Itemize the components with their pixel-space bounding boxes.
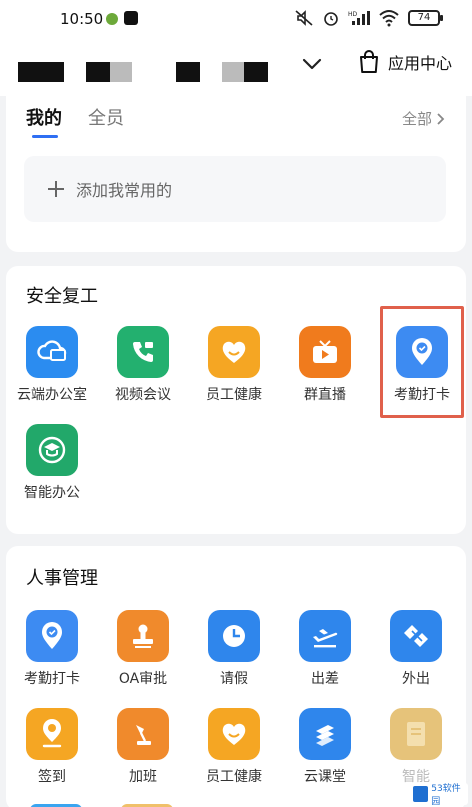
redacted-title-block — [176, 62, 200, 82]
app-smart[interactable]: 智能 — [372, 708, 460, 786]
location-smile-icon — [26, 708, 78, 760]
app-label: 请假 — [220, 671, 248, 687]
app-label: 员工健康 — [206, 769, 262, 785]
app-smart-office[interactable]: 智能办公 — [8, 424, 96, 502]
notification-dot-icon — [106, 13, 118, 25]
app-center-button[interactable]: 应用中心 — [358, 50, 452, 74]
section-title: 安全复工 — [26, 286, 98, 307]
tv-play-icon — [299, 326, 351, 378]
location-check-icon — [26, 610, 78, 662]
app-label: 云端办公室 — [17, 387, 87, 403]
add-frequent-app-button[interactable]: 添加我常用的 — [24, 156, 446, 222]
tiktok-notification-icon — [124, 11, 138, 25]
add-frequent-app-label: 添加我常用的 — [76, 181, 173, 200]
app-employee-health[interactable]: 员工健康 — [190, 326, 278, 404]
my-apps-tabs: 我的 全员 — [26, 104, 124, 138]
redacted-title-block — [222, 62, 244, 82]
app-center-label: 应用中心 — [388, 54, 453, 73]
app-cloud-classroom[interactable]: 云课堂 — [281, 708, 369, 786]
tab-everyone[interactable]: 全员 — [88, 104, 124, 130]
app-label: 外出 — [402, 671, 430, 687]
video-call-icon — [117, 326, 169, 378]
app-label: 视频会议 — [115, 387, 171, 403]
app-cloud-office[interactable]: 云端办公室 — [8, 326, 96, 404]
my-apps-card: 我的 全员 全部 添加我常用的 — [6, 96, 466, 252]
app-group-live[interactable]: 群直播 — [281, 326, 369, 404]
smart-office-icon — [26, 424, 78, 476]
app-attendance-clock-in[interactable]: 考勤打卡 — [8, 610, 96, 688]
heart-smile-icon — [208, 326, 260, 378]
layers-icon — [299, 708, 351, 760]
status-icons: HD 74 — [294, 9, 443, 27]
cell-signal-icon: HD — [348, 11, 370, 25]
app-label: 签到 — [38, 769, 66, 785]
svg-text:HD: HD — [348, 11, 358, 18]
stamp-icon — [117, 610, 169, 662]
watermark-text: 53软件园 — [431, 784, 461, 807]
app-leave-request[interactable]: 请假 — [190, 610, 278, 688]
app-label: 员工健康 — [206, 387, 262, 403]
app-label: 群直播 — [304, 387, 346, 403]
app-business-trip[interactable]: 出差 — [281, 610, 369, 688]
chevron-right-icon — [437, 112, 445, 125]
app-oa-approval[interactable]: OA审批 — [99, 610, 187, 688]
app-check-in[interactable]: 签到 — [8, 708, 96, 786]
highlight-box — [380, 306, 464, 418]
chevron-down-icon[interactable] — [300, 54, 324, 74]
shopping-bag-icon — [360, 50, 378, 73]
redacted-title-block — [244, 62, 268, 82]
alarm-icon — [324, 12, 338, 26]
app-label: OA审批 — [118, 671, 168, 687]
tab-mine[interactable]: 我的 — [26, 104, 62, 138]
app-label: 出差 — [311, 671, 339, 687]
app-label: 加班 — [129, 769, 157, 785]
airplane-icon — [299, 610, 351, 662]
status-bar: 10:50 HD 74 — [0, 0, 472, 38]
app-video-meeting[interactable]: 视频会议 — [99, 326, 187, 404]
watermark-logo: 53软件园 — [410, 783, 468, 807]
app-label: 智能办公 — [24, 485, 80, 501]
plus-icon — [48, 181, 64, 197]
heart-smile-icon — [208, 708, 260, 760]
cloud-desktop-icon — [26, 326, 78, 378]
app-label: 云课堂 — [304, 769, 346, 785]
view-all-link[interactable]: 全部 — [402, 108, 446, 129]
header: 应用中心 — [0, 38, 472, 96]
app-going-out[interactable]: 外出 — [372, 610, 460, 688]
clock-icon — [208, 610, 260, 662]
battery-icon: 74 — [408, 10, 443, 26]
watermark-icon — [413, 786, 429, 802]
wifi-icon — [379, 10, 399, 27]
app-label: 考勤打卡 — [24, 671, 80, 687]
hr-management-card: 人事管理 考勤打卡 OA审批 请假 出差 外出 签到 加班 员工健康 云课堂 智… — [6, 546, 466, 807]
app-overtime[interactable]: 加班 — [99, 708, 187, 786]
view-all-label: 全部 — [401, 110, 432, 128]
app-employee-health[interactable]: 员工健康 — [190, 708, 278, 786]
handshake-icon — [390, 610, 442, 662]
redacted-title-block — [86, 62, 110, 82]
mute-icon — [295, 10, 313, 26]
redacted-title-block — [110, 62, 132, 82]
section-title: 人事管理 — [26, 568, 98, 589]
desk-lamp-icon — [117, 708, 169, 760]
safe-return-card: 安全复工 云端办公室 视频会议 员工健康 群直播 考勤打卡 智能办公 — [6, 266, 466, 534]
status-time: 10:50 — [60, 10, 104, 28]
document-icon — [390, 708, 442, 760]
redacted-title-block — [18, 62, 64, 82]
